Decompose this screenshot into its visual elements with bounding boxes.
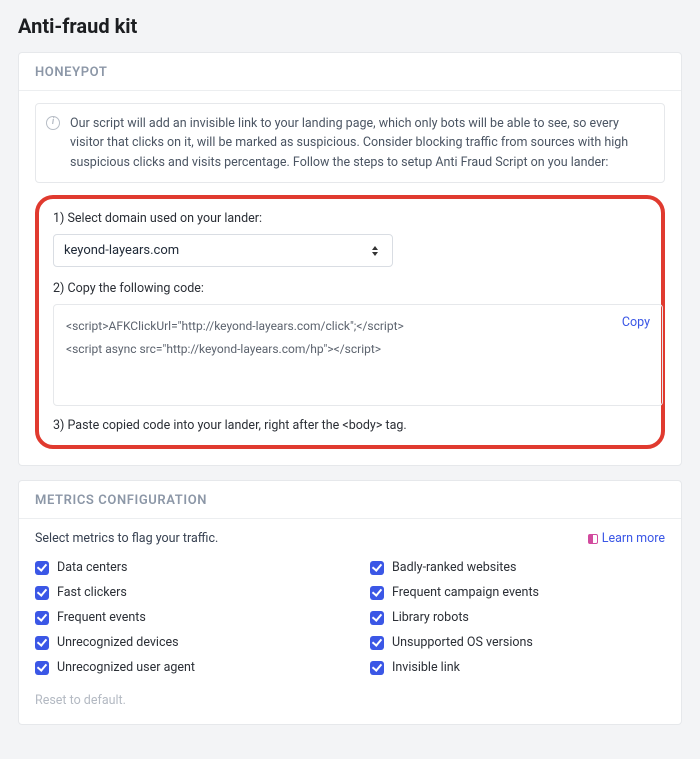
domain-select-value: keyond-layears.com <box>64 243 179 258</box>
metric-label: Unrecognized devices <box>57 635 179 650</box>
metric-label: Fast clickers <box>57 585 127 600</box>
checkbox[interactable] <box>35 661 49 675</box>
code-content[interactable]: <script>AFKClickUrl="http://keyond-layea… <box>54 305 662 405</box>
metric-item: Unrecognized devices <box>35 635 330 650</box>
checkbox[interactable] <box>35 561 49 575</box>
honeypot-info-text: Our script will add an invisible link to… <box>70 116 628 170</box>
checkbox[interactable] <box>35 611 49 625</box>
metric-label: Frequent campaign events <box>392 585 539 600</box>
metric-item: Invisible link <box>370 660 665 675</box>
learn-more-label: Learn more <box>602 531 665 546</box>
page-title: Anti-fraud kit <box>18 14 682 38</box>
step3-label: 3) Paste copied code into your lander, r… <box>53 418 647 433</box>
chevron-updown-icon <box>372 244 382 258</box>
checkbox[interactable] <box>370 611 384 625</box>
step1-label: 1) Select domain used on your lander: <box>53 211 647 226</box>
metrics-col-right: Badly-ranked websites Frequent campaign … <box>370 560 665 675</box>
metrics-header: METRICS CONFIGURATION <box>19 481 681 519</box>
checkbox[interactable] <box>370 661 384 675</box>
checkbox[interactable] <box>370 586 384 600</box>
checkbox[interactable] <box>370 561 384 575</box>
metric-label: Badly-ranked websites <box>392 560 516 575</box>
metric-label: Library robots <box>392 610 469 625</box>
metrics-subtitle: Select metrics to flag your traffic. <box>35 531 218 546</box>
checkbox[interactable] <box>35 636 49 650</box>
checkbox[interactable] <box>35 586 49 600</box>
metric-label: Data centers <box>57 560 127 575</box>
copy-button[interactable]: Copy <box>622 315 650 330</box>
metrics-col-left: Data centers Fast clickers Frequent even… <box>35 560 330 675</box>
book-icon <box>588 534 598 544</box>
domain-select[interactable]: keyond-layears.com <box>53 234 393 267</box>
metric-label: Unrecognized user agent <box>57 660 195 675</box>
metric-item: Data centers <box>35 560 330 575</box>
honeypot-highlight-box: 1) Select domain used on your lander: ke… <box>35 195 665 449</box>
metric-label: Invisible link <box>392 660 460 675</box>
honeypot-header: HONEYPOT <box>19 53 681 91</box>
metric-item: Library robots <box>370 610 665 625</box>
metric-label: Unsupported OS versions <box>392 635 533 650</box>
metric-item: Unsupported OS versions <box>370 635 665 650</box>
honeypot-card: HONEYPOT Our script will add an invisibl… <box>18 52 682 466</box>
info-icon <box>46 116 60 130</box>
learn-more-link[interactable]: Learn more <box>588 531 665 546</box>
metric-item: Frequent campaign events <box>370 585 665 600</box>
honeypot-info-box: Our script will add an invisible link to… <box>35 103 665 183</box>
metric-item: Frequent events <box>35 610 330 625</box>
metric-item: Badly-ranked websites <box>370 560 665 575</box>
metric-item: Unrecognized user agent <box>35 660 330 675</box>
metrics-card: METRICS CONFIGURATION Select metrics to … <box>18 480 682 725</box>
metric-label: Frequent events <box>57 610 146 625</box>
code-box: Copy <script>AFKClickUrl="http://keyond-… <box>53 304 663 406</box>
checkbox[interactable] <box>370 636 384 650</box>
step2-label: 2) Copy the following code: <box>53 281 647 296</box>
reset-to-default-link[interactable]: Reset to default. <box>35 693 665 708</box>
metric-item: Fast clickers <box>35 585 330 600</box>
